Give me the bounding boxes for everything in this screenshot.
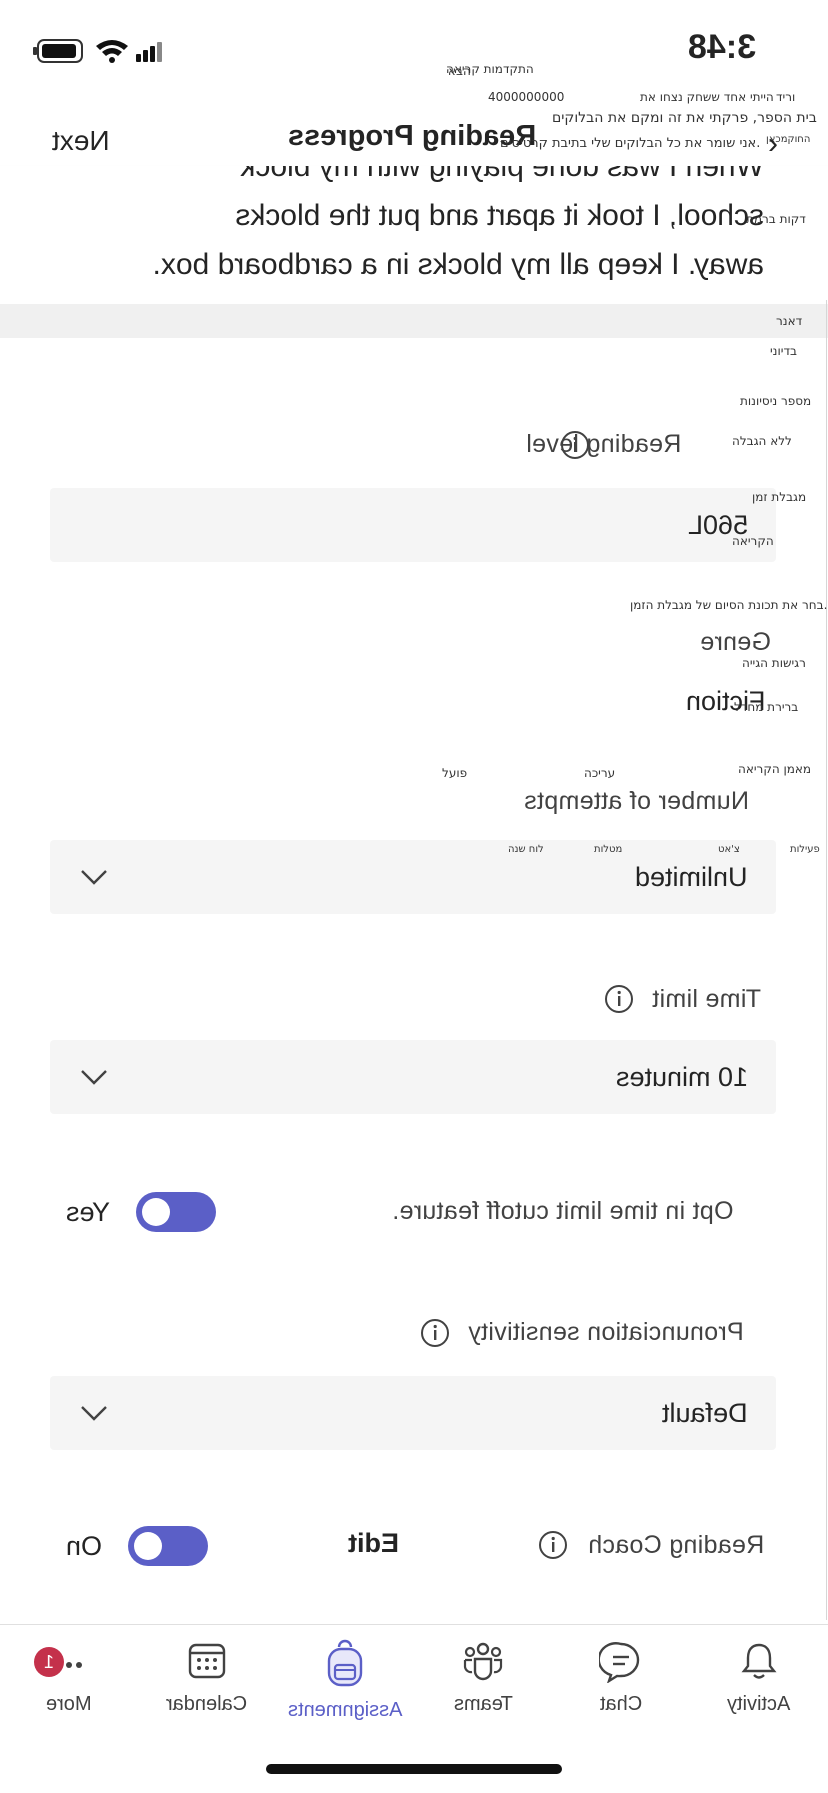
overlay-text: החוקמכאן xyxy=(766,134,811,145)
overlay-text: מגבלת זמן xyxy=(752,490,807,504)
info-icon[interactable] xyxy=(538,1530,568,1560)
reading-level-label: Reading level xyxy=(526,430,682,458)
wifi-icon xyxy=(96,40,128,63)
toggle-knob xyxy=(134,1532,162,1560)
time-limit-value: 10 minutes xyxy=(615,1062,748,1092)
reading-level-field[interactable]: 560L xyxy=(50,488,776,562)
home-indicator xyxy=(266,1764,562,1774)
chat-icon xyxy=(599,1642,640,1683)
overlay-text: דקות ברמת xyxy=(746,212,806,226)
overlay-text: הקריאה xyxy=(732,534,774,548)
tab-label: Chat xyxy=(599,1693,643,1715)
tab-label: Assignments xyxy=(287,1699,403,1721)
reading-coach-toggle-label: On xyxy=(66,1531,103,1561)
overlay-text: הייתי אחד ששחק נצחו את xyxy=(640,90,774,104)
overlay-text: מאמן הקריאה xyxy=(738,762,812,776)
reading-passage: When I was done playing with my block sc… xyxy=(0,166,828,305)
reading-coach-toggle[interactable] xyxy=(128,1526,208,1566)
edge-divider xyxy=(826,300,827,1620)
overlay-text: הבא xyxy=(448,64,471,78)
attempts-dropdown[interactable]: Unlimited xyxy=(50,840,776,914)
overlay-text: צ'אט xyxy=(718,844,740,855)
tab-teams[interactable]: Teams xyxy=(414,1639,552,1716)
bell-icon xyxy=(741,1643,777,1679)
overlay-text: לוח שנה xyxy=(508,844,544,855)
pronunciation-dropdown[interactable]: Default xyxy=(50,1376,776,1450)
info-icon[interactable] xyxy=(420,1318,450,1348)
info-icon[interactable] xyxy=(604,984,634,1014)
attempts-label: Number of attempts xyxy=(524,787,749,815)
passage-line: away. I keep all my blocks in a cardboar… xyxy=(152,248,764,281)
toggle-knob xyxy=(142,1198,170,1226)
overlay-text: פעילות xyxy=(790,844,820,855)
tab-label: Activity xyxy=(727,1693,791,1715)
cutoff-toggle[interactable] xyxy=(136,1192,216,1232)
time-limit-label: Time limit xyxy=(652,985,762,1013)
notification-badge: 1 xyxy=(34,1647,64,1677)
overlay-text: אני שומר את כל הבלוקים שלי בתיבת קרטיסים… xyxy=(500,136,761,151)
overlay-text: מטלות xyxy=(594,844,623,855)
overlay-text: ברירת מחדל xyxy=(734,700,799,714)
overlay-text: 4000000000 xyxy=(488,90,565,104)
pronunciation-label: Pronunciation sensitivity xyxy=(468,1318,744,1346)
overlay-text: דאנר xyxy=(776,314,803,328)
overlay-text: וריד xyxy=(776,90,796,104)
genre-label: Genre xyxy=(700,628,771,656)
status-icons xyxy=(33,39,162,63)
cutoff-toggle-label: Yes xyxy=(66,1197,111,1227)
passage-line: When I was done playing with my block xyxy=(240,166,764,183)
tab-label: Calendar xyxy=(166,1693,248,1715)
backpack-icon xyxy=(327,1639,363,1687)
info-icon[interactable] xyxy=(560,430,590,460)
overlay-text: פועל xyxy=(442,766,468,780)
tab-label: More xyxy=(46,1693,92,1715)
tab-chat[interactable]: Chat xyxy=(552,1639,690,1716)
overlay-text: בדיוני xyxy=(770,344,797,358)
pronunciation-value: Default xyxy=(662,1398,748,1428)
next-button[interactable]: Next xyxy=(52,125,110,157)
reading-coach-label: Reading Coach xyxy=(588,1531,765,1559)
tab-assignments[interactable]: Assignments xyxy=(276,1639,414,1722)
tab-activity[interactable]: Activity xyxy=(690,1639,828,1716)
status-time: 3:48 xyxy=(688,28,757,66)
overlay-text: עריכה xyxy=(584,766,616,780)
tab-more[interactable]: More 1 xyxy=(0,1639,138,1716)
calendar-icon xyxy=(188,1643,226,1679)
overlay-text: רגישות הגייה xyxy=(742,656,806,670)
page-title: Reading Progress xyxy=(288,120,537,152)
overlay-text: ללא הגבלה xyxy=(732,434,792,448)
section-divider xyxy=(0,304,828,338)
attempts-value: Unlimited xyxy=(635,862,748,892)
battery-icon xyxy=(33,39,83,63)
edit-coach-button[interactable]: Edit xyxy=(348,1528,399,1559)
overlay-text: מספר ניסיונות xyxy=(740,394,812,408)
tab-calendar[interactable]: Calendar xyxy=(138,1639,276,1716)
chevron-down-icon xyxy=(81,1070,107,1085)
time-limit-dropdown[interactable]: 10 minutes xyxy=(50,1040,776,1114)
chevron-down-icon xyxy=(81,1406,107,1421)
chevron-down-icon xyxy=(81,870,107,885)
signal-icon xyxy=(136,42,162,62)
overlay-text: בחר את תכונת הסיום של מגבלת הזמן. xyxy=(630,598,828,612)
teams-icon xyxy=(463,1642,503,1681)
tab-label: Teams xyxy=(453,1693,513,1715)
overlay-text: בית הספר, פרקתי את זה ומקם את הבלוקים xyxy=(552,110,817,126)
passage-line: school, I took it apart and put the bloc… xyxy=(235,199,764,232)
cutoff-label: Opt in time limit cutoff feature. xyxy=(392,1197,734,1225)
